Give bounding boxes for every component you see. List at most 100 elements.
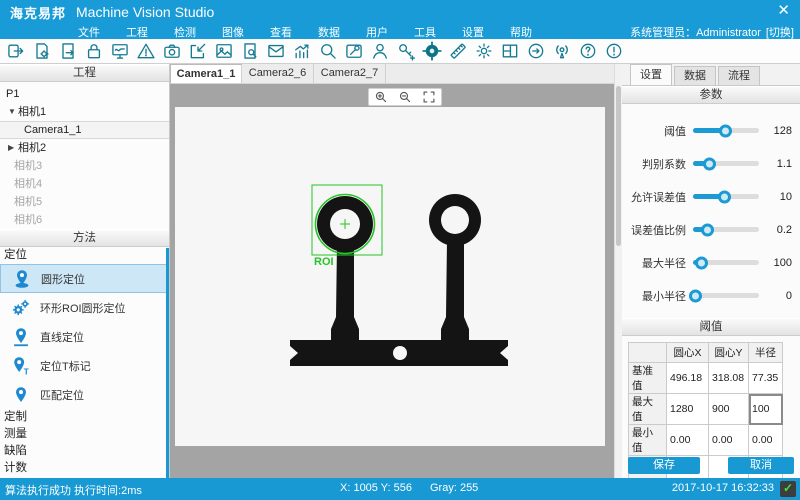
method-line-locate[interactable]: 直线定位 bbox=[0, 322, 169, 351]
zoom-in-icon[interactable] bbox=[374, 90, 388, 104]
help-icon[interactable] bbox=[575, 40, 601, 63]
scrollbar-thumb[interactable] bbox=[616, 86, 621, 246]
method-group-positioning[interactable]: 定位 bbox=[0, 247, 169, 264]
tab-settings[interactable]: 设置 bbox=[630, 64, 672, 85]
cancel-button[interactable]: 取消 bbox=[728, 457, 794, 474]
layout-icon[interactable] bbox=[497, 40, 523, 63]
monitor-icon[interactable] bbox=[107, 40, 133, 63]
menu-project[interactable]: 工程 bbox=[126, 24, 148, 40]
menu-image[interactable]: 图像 bbox=[222, 24, 244, 40]
tree-item-camera2[interactable]: ▶相机2 bbox=[0, 139, 169, 157]
search-icon[interactable] bbox=[315, 40, 341, 63]
menu-view[interactable]: 查看 bbox=[270, 24, 292, 40]
menu-detect[interactable]: 检测 bbox=[174, 24, 196, 40]
tree-item-camera4[interactable]: 相机4 bbox=[0, 175, 169, 193]
tree-item-camera5[interactable]: 相机5 bbox=[0, 193, 169, 211]
col-center-x: 圆心X bbox=[667, 343, 709, 363]
cell-max-x[interactable]: 1280 bbox=[667, 394, 709, 425]
cell-baseline-x[interactable]: 496.18 bbox=[667, 363, 709, 394]
left-sidebar: 工程 P1 ▼相机1 Camera1_1 ▶相机2 相机3 相机4 相机5 相机… bbox=[0, 64, 170, 478]
camera-icon[interactable] bbox=[159, 40, 185, 63]
warning-icon[interactable] bbox=[133, 40, 159, 63]
lock-icon[interactable] bbox=[81, 40, 107, 63]
tab-camera2-6[interactable]: Camera2_6 bbox=[242, 64, 314, 83]
tree-item-camera1[interactable]: ▼相机1 bbox=[0, 103, 169, 121]
switch-user-button[interactable]: [切换] bbox=[766, 24, 794, 40]
discrimination-value: 1.1 bbox=[766, 158, 792, 170]
document-export-icon[interactable] bbox=[55, 40, 81, 63]
menu-file[interactable]: 文件 bbox=[78, 24, 100, 40]
methods-scrollbar[interactable] bbox=[166, 248, 169, 478]
max-radius-value: 100 bbox=[766, 257, 792, 269]
broadcast-icon[interactable] bbox=[549, 40, 575, 63]
tab-camera1-1[interactable]: Camera1_1 bbox=[170, 64, 242, 83]
chevron-down-icon[interactable]: ▼ bbox=[8, 103, 18, 121]
cell-min-x[interactable]: 0.00 bbox=[667, 425, 709, 456]
max-radius-slider[interactable] bbox=[693, 260, 759, 265]
project-header: 工程 bbox=[0, 64, 169, 82]
cell-baseline-y[interactable]: 318.08 bbox=[709, 363, 749, 394]
document-search-icon[interactable] bbox=[237, 40, 263, 63]
ruler-icon[interactable] bbox=[445, 40, 471, 63]
gray-value: Gray: 255 bbox=[430, 482, 478, 494]
tree-item-p1[interactable]: P1 bbox=[0, 85, 169, 103]
export-icon[interactable] bbox=[3, 40, 29, 63]
chart-icon[interactable] bbox=[289, 40, 315, 63]
min-radius-slider[interactable] bbox=[693, 293, 759, 298]
toolbox-icon[interactable] bbox=[341, 40, 367, 63]
threshold-slider[interactable] bbox=[693, 128, 759, 133]
error-ratio-slider[interactable] bbox=[693, 227, 759, 232]
key-add-icon[interactable] bbox=[393, 40, 419, 63]
method-ring-roi-circle-locate[interactable]: 环形ROI圆形定位 bbox=[0, 293, 169, 322]
discrimination-slider[interactable] bbox=[693, 161, 759, 166]
close-icon[interactable]: ✕ bbox=[777, 2, 790, 20]
method-group-defect[interactable]: 缺陷 bbox=[0, 443, 169, 460]
slider-row-min-radius: 最小半径 0 bbox=[626, 279, 792, 312]
gear-icon[interactable] bbox=[471, 40, 497, 63]
method-circle-locate[interactable]: 圆形定位 bbox=[0, 264, 169, 293]
tree-item-camera3[interactable]: 相机3 bbox=[0, 157, 169, 175]
method-group-measure[interactable]: 测量 bbox=[0, 426, 169, 443]
tab-flow[interactable]: 流程 bbox=[718, 66, 760, 85]
menu-bar: 文件 工程 检测 图像 查看 数据 用户 工具 设置 帮助 系统管理员：Admi… bbox=[0, 24, 800, 39]
camera-image[interactable]: ROI bbox=[175, 107, 605, 446]
menu-user[interactable]: 用户 bbox=[366, 24, 388, 40]
fit-screen-icon[interactable] bbox=[422, 90, 436, 104]
current-user-label: 系统管理员：Administrator bbox=[630, 24, 761, 40]
method-match-locate[interactable]: 匹配定位 bbox=[0, 380, 169, 409]
menu-data[interactable]: 数据 bbox=[318, 24, 340, 40]
image-viewport[interactable]: ROI bbox=[170, 84, 614, 478]
alert-icon[interactable] bbox=[601, 40, 627, 63]
machine-vision-studio-window: 海克易邦 Machine Vision Studio ✕ 文件 工程 检测 图像… bbox=[0, 0, 800, 500]
cell-max-y[interactable]: 900 bbox=[709, 394, 749, 425]
user-icon[interactable] bbox=[367, 40, 393, 63]
tab-data[interactable]: 数据 bbox=[674, 66, 716, 85]
refresh-icon[interactable] bbox=[523, 40, 549, 63]
cell-baseline-r[interactable]: 77.35 bbox=[749, 363, 783, 394]
image-icon[interactable] bbox=[211, 40, 237, 63]
menu-settings[interactable]: 设置 bbox=[462, 24, 484, 40]
menu-help[interactable]: 帮助 bbox=[510, 24, 532, 40]
tab-camera2-7[interactable]: Camera2_7 bbox=[314, 64, 386, 83]
chevron-right-icon[interactable]: ▶ bbox=[8, 139, 18, 157]
menu-tools[interactable]: 工具 bbox=[414, 24, 436, 40]
svg-text:T: T bbox=[24, 367, 29, 376]
tree-item-camera6[interactable]: 相机6 bbox=[0, 211, 169, 229]
method-group-custom[interactable]: 定制 bbox=[0, 409, 169, 426]
target-icon[interactable] bbox=[419, 40, 445, 63]
method-group-count[interactable]: 计数 bbox=[0, 460, 169, 477]
allowed-error-slider[interactable] bbox=[693, 194, 759, 199]
import-icon[interactable] bbox=[185, 40, 211, 63]
vertical-scrollbar[interactable] bbox=[614, 64, 622, 478]
clock: 2017-10-17 16:32:33 bbox=[672, 482, 774, 494]
tree-item-camera1-1[interactable]: Camera1_1 bbox=[0, 121, 169, 139]
mail-icon[interactable] bbox=[263, 40, 289, 63]
save-button[interactable]: 保存 bbox=[628, 457, 700, 474]
zoom-out-icon[interactable] bbox=[398, 90, 412, 104]
cell-max-r[interactable]: 100 bbox=[749, 394, 783, 425]
document-settings-icon[interactable] bbox=[29, 40, 55, 63]
method-locate-t-mark[interactable]: T 定位T标记 bbox=[0, 351, 169, 380]
cell-min-y[interactable]: 0.00 bbox=[709, 425, 749, 456]
col-center-y: 圆心Y bbox=[709, 343, 749, 363]
cell-min-r[interactable]: 0.00 bbox=[749, 425, 783, 456]
